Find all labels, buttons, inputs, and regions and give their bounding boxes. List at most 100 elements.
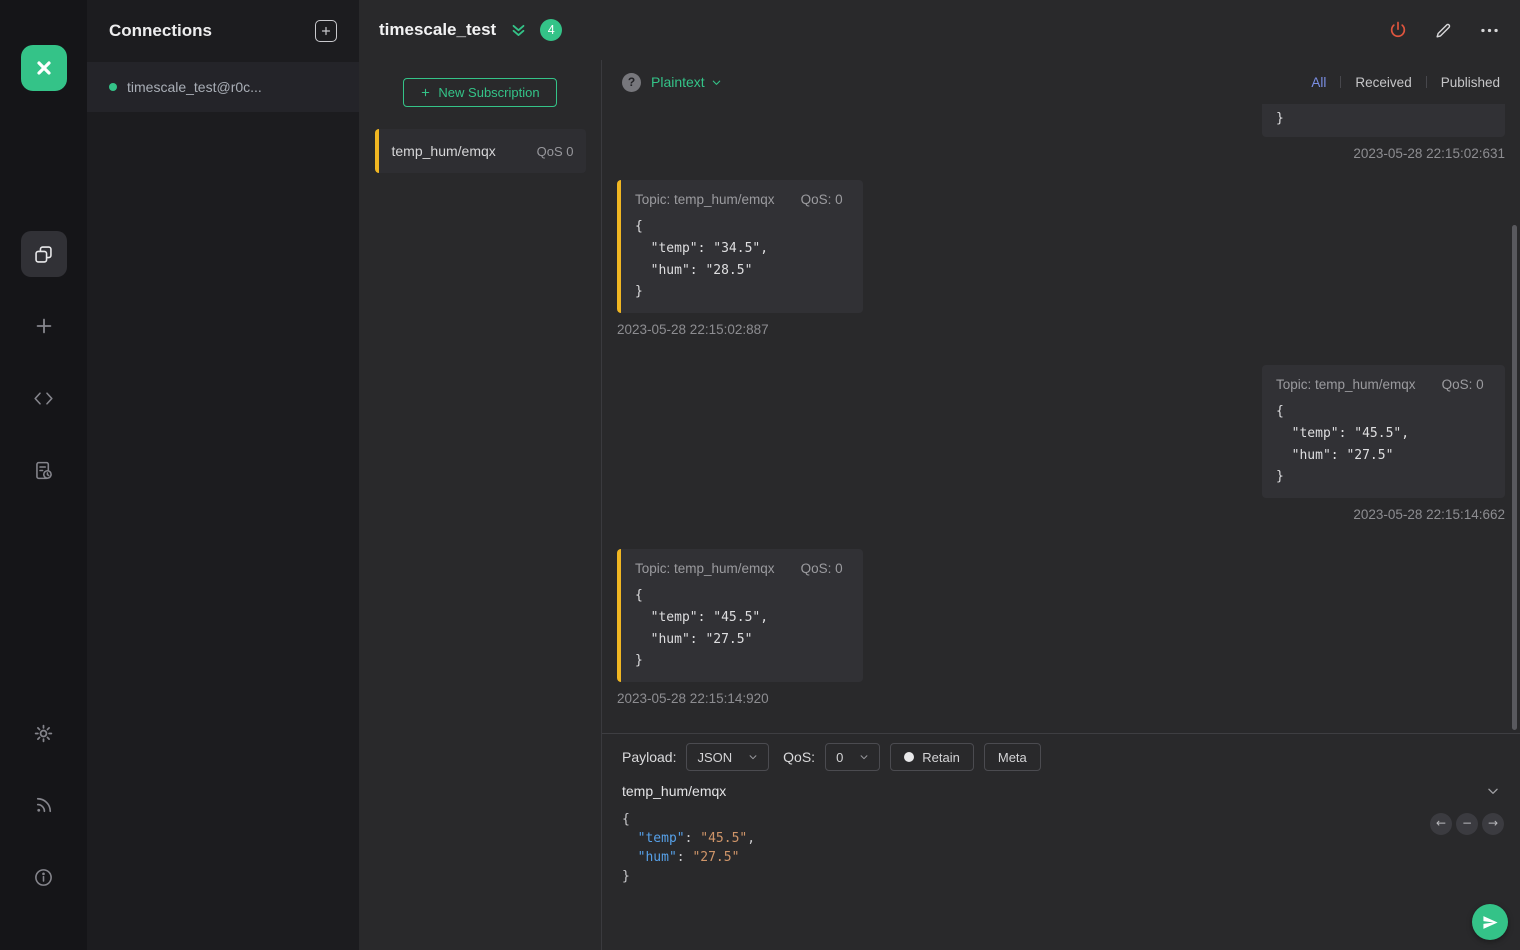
editor-token: "45.5" [700,831,747,846]
message-filters: All Received Published [1311,75,1500,90]
message-qos: QoS: 0 [801,561,843,576]
nav-script[interactable] [21,375,67,421]
message-payload-line: "hum": "28.5" [635,260,849,282]
payload-label: Payload: [622,749,676,765]
connection-status-dot [109,83,117,91]
ellipsis-icon [1479,20,1500,41]
message-payload-line: "temp": "45.5", [1276,423,1491,445]
qos-label: QoS: [783,749,815,765]
settings-gear-icon [33,723,54,744]
connection-header: timescale_test 4 [359,0,1520,60]
message-received: Topic: temp_hum/emqx QoS: 0 { "temp": "3… [617,180,863,337]
messages-scrollbar[interactable] [1512,225,1517,730]
filter-separator [1426,76,1427,88]
editor-token: } [622,869,630,884]
payload-format-dropdown-value: JSON [697,750,732,765]
message-payload-line: { [1276,401,1491,423]
nav-news[interactable] [21,782,67,828]
editor-history-nav: ← − → [1430,813,1504,835]
message-card-header: Topic: temp_hum/emqx QoS: 0 [1276,377,1491,392]
log-icon [33,460,54,481]
message-qos: QoS: 0 [1442,377,1484,392]
publish-topic-input[interactable]: temp_hum/emqx [622,783,726,799]
subscription-item[interactable]: temp_hum/emqx QoS 0 [375,129,586,173]
payload-format-value: Plaintext [651,74,705,90]
plus-icon [420,87,431,98]
retain-toggle[interactable]: Retain [890,743,974,771]
message-topic: Topic: temp_hum/emqx [1276,377,1416,392]
message-payload-line: "hum": "27.5" [1276,445,1491,467]
help-icon[interactable]: ? [622,73,641,92]
editor-token: { [622,812,630,827]
messages-toolbar: ? Plaintext All Received Published [602,60,1520,104]
messages-pane: ? Plaintext All Received Published [602,60,1520,950]
nav-about[interactable] [21,854,67,900]
message-card-header: Topic: temp_hum/emqx QoS: 0 [635,192,849,207]
meta-button[interactable]: Meta [984,743,1041,771]
filter-all[interactable]: All [1311,75,1326,90]
rail-nav-group [21,231,67,519]
message-qos: QoS: 0 [801,192,843,207]
edit-connection-button[interactable] [1434,21,1453,40]
nav-log[interactable] [21,447,67,493]
message-received: Topic: temp_hum/emqx QoS: 0 { "temp": "4… [617,549,863,706]
app-rail [0,0,87,950]
editor-token [622,850,638,865]
chevron-down-icon [711,77,722,88]
nav-new-connection[interactable] [21,303,67,349]
chevron-down-icon [859,752,869,762]
message-timestamp: 2023-05-28 22:15:14:662 [1262,507,1505,522]
code-icon [33,388,54,409]
message-timestamp: 2023-05-28 22:15:02:887 [617,322,863,337]
editor-token: : [685,831,701,846]
connections-header: Connections [87,0,359,62]
chevron-down-icon[interactable] [1486,784,1500,798]
disconnect-button[interactable] [1388,20,1408,40]
filter-published[interactable]: Published [1441,75,1500,90]
payload-format-select[interactable]: Plaintext [651,74,722,90]
message-payload-line: { [635,216,849,238]
subscription-topic: temp_hum/emqx [392,143,496,159]
editor-token: "27.5" [692,850,739,865]
prev-message-button[interactable]: ← [1430,813,1452,835]
connection-name: timescale_test@r0c... [127,79,262,95]
subscription-qos: QoS 0 [537,144,574,159]
plus-square-icon [320,25,332,37]
publish-panel: Payload: JSON QoS: 0 Retain [602,733,1520,950]
connections-icon [33,244,54,265]
send-button[interactable] [1472,904,1508,940]
messages-list[interactable]: } 2023-05-28 22:15:02:631 Topic: temp_hu… [602,104,1520,733]
unread-count-badge: 4 [540,19,562,41]
nav-connections[interactable] [21,231,67,277]
collapse-editor-button[interactable]: − [1456,813,1478,835]
meta-label: Meta [998,750,1027,765]
retain-radio-icon [904,752,914,762]
add-connection-button[interactable] [315,20,337,42]
nav-settings[interactable] [21,710,67,756]
connection-view: timescale_test 4 [359,0,1520,950]
publish-controls: Payload: JSON QoS: 0 Retain [602,734,1520,775]
message-timestamp: 2023-05-28 22:15:14:920 [617,691,863,706]
connections-panel: Connections timescale_test@r0c... [87,0,359,950]
editor-token: "hum" [638,850,677,865]
payload-editor[interactable]: { "temp": "45.5", "hum": "27.5" } ← − → [602,805,1520,950]
qos-dropdown[interactable]: 0 [825,743,880,771]
collapse-panel-button[interactable] [510,22,527,39]
editor-token [622,831,638,846]
chevron-down-icon [748,752,758,762]
message-payload-line: "temp": "34.5", [635,238,849,260]
retain-label: Retain [922,750,960,765]
filter-received[interactable]: Received [1355,75,1411,90]
payload-format-dropdown[interactable]: JSON [686,743,769,771]
next-message-button[interactable]: → [1482,813,1504,835]
connections-title: Connections [109,21,212,41]
new-subscription-button[interactable]: New Subscription [403,78,557,107]
message-payload-line: } [635,281,849,303]
connection-list-item[interactable]: timescale_test@r0c... [87,62,359,112]
more-options-button[interactable] [1479,20,1500,41]
mqttx-logo[interactable] [21,45,67,91]
paper-plane-icon [1482,914,1499,931]
double-chevron-down-icon [510,22,527,39]
info-icon [33,867,54,888]
connection-title: timescale_test [379,20,496,40]
